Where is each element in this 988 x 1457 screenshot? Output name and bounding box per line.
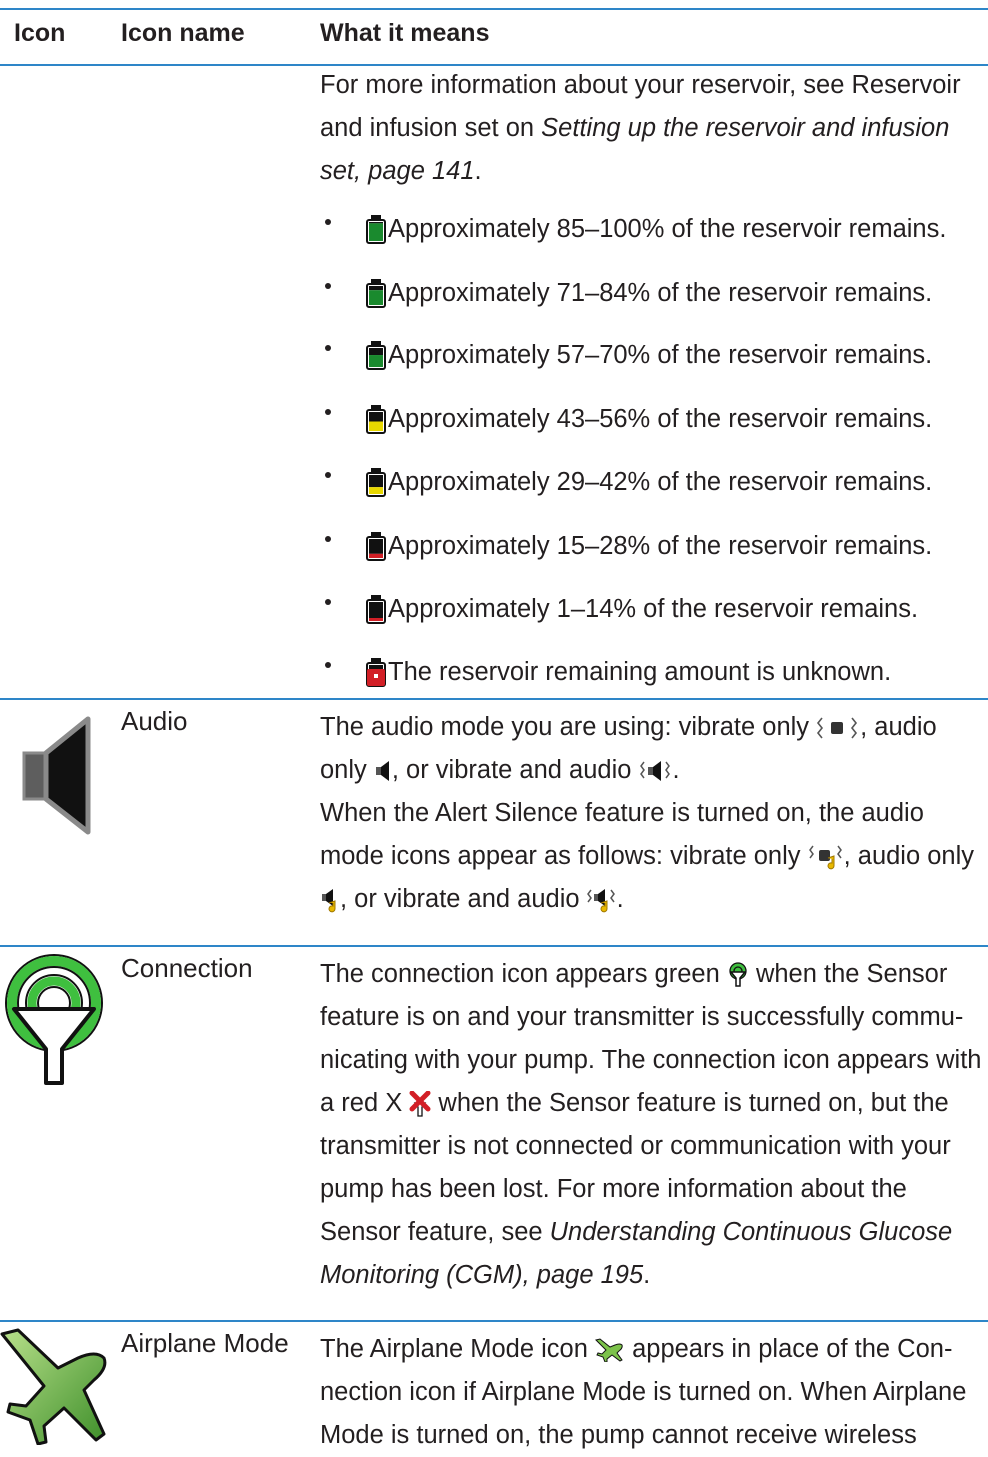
vibrate-and-audio-silenced-icon xyxy=(586,889,615,913)
connection-description: The connection icon appears green when t… xyxy=(320,960,982,1289)
vibrate-only-icon xyxy=(817,717,858,739)
reservoir-intro: For more information about your reservoi… xyxy=(320,71,961,185)
reservoir-level-icon xyxy=(366,279,386,308)
audio-description: The audio mode you are using: vibrate on… xyxy=(320,713,975,913)
airplane-description: The Airplane Mode icon appears in place … xyxy=(320,1335,967,1449)
audio-only-icon xyxy=(375,761,389,782)
audio-name: Audio xyxy=(121,706,188,736)
list-item: Approximately 85–100% of the reservoir r… xyxy=(320,209,946,249)
airplane-name: Airplane Mode xyxy=(121,1328,289,1358)
connection-green-icon xyxy=(729,962,747,988)
vibrate-and-audio-icon xyxy=(639,761,670,782)
list-item: The reservoir remaining amount is unknow… xyxy=(320,652,891,692)
list-item: Approximately 57–70% of the reservoir re… xyxy=(320,335,932,375)
list-item: Approximately 15–28% of the reservoir re… xyxy=(320,526,932,566)
header-what-it-means: What it means xyxy=(320,19,490,47)
reservoir-level-icon xyxy=(366,468,386,497)
connection-antenna-icon xyxy=(5,954,103,1085)
reservoir-level-icon xyxy=(366,405,386,434)
reservoir-level-icon xyxy=(366,341,386,370)
list-item: Approximately 71–84% of the reservoir re… xyxy=(320,273,932,313)
reservoir-level-icon xyxy=(366,215,386,244)
reservoir-level-icon xyxy=(366,595,386,624)
list-item: Approximately 43–56% of the reservoir re… xyxy=(320,399,932,439)
connection-name: Connection xyxy=(121,953,253,983)
reservoir-level-icon xyxy=(366,532,386,561)
header-icon-name: Icon name xyxy=(121,19,245,47)
list-item: Approximately 1–14% of the reservoir rem… xyxy=(320,589,918,629)
vibrate-only-silenced-icon xyxy=(808,845,842,870)
connection-red-x-icon xyxy=(409,1091,431,1117)
audio-only-silenced-icon xyxy=(322,889,336,913)
speaker-icon xyxy=(22,716,91,835)
reservoir-level-icon xyxy=(366,658,386,687)
table-top-rule xyxy=(0,8,988,10)
header-icon: Icon xyxy=(14,19,66,47)
airplane-small-icon xyxy=(595,1338,623,1363)
list-item: Approximately 29–42% of the reservoir re… xyxy=(320,462,932,502)
airplane-icon xyxy=(0,1328,107,1445)
